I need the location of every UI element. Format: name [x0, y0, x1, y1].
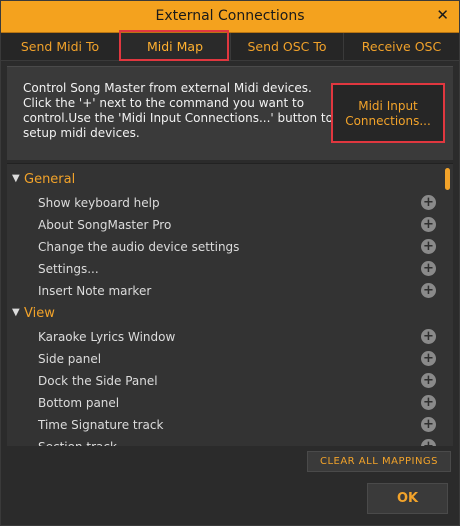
tab-bar: Send Midi To Midi Map Send OSC To Receiv…: [1, 33, 459, 61]
list-item: Dock the Side Panel +: [7, 370, 447, 392]
window-title: External Connections: [155, 8, 305, 24]
tab-midi-map[interactable]: Midi Map: [120, 33, 231, 60]
add-mapping-icon[interactable]: +: [421, 261, 436, 276]
add-mapping-icon[interactable]: +: [421, 351, 436, 366]
list-item: Insert Note marker +: [7, 280, 447, 302]
tab-receive-osc[interactable]: Receive OSC: [344, 33, 459, 60]
command-label: Karaoke Lyrics Window: [38, 330, 176, 344]
section-label: General: [24, 172, 76, 187]
add-mapping-icon[interactable]: +: [421, 373, 436, 388]
midi-input-connections-button[interactable]: Midi Input Connections...: [331, 83, 445, 143]
list-item: Time Signature track +: [7, 414, 447, 436]
command-label: Change the audio device settings: [38, 240, 240, 254]
add-mapping-icon[interactable]: +: [421, 283, 436, 298]
list-item: About SongMaster Pro +: [7, 214, 447, 236]
command-label: About SongMaster Pro: [38, 218, 172, 232]
add-mapping-icon[interactable]: +: [421, 417, 436, 432]
add-mapping-icon[interactable]: +: [421, 195, 436, 210]
command-list[interactable]: ▼ General Show keyboard help + About Son…: [7, 163, 453, 446]
clear-all-mappings-button[interactable]: CLEAR ALL MAPPINGS: [307, 451, 451, 472]
close-icon[interactable]: ✕: [436, 6, 449, 24]
info-text: Control Song Master from external Midi d…: [23, 81, 333, 141]
collapse-triangle-icon[interactable]: ▼: [12, 307, 20, 318]
ok-button[interactable]: OK: [367, 483, 448, 514]
tab-send-midi-to[interactable]: Send Midi To: [1, 33, 120, 60]
section-label: View: [24, 306, 55, 321]
list-item: Show keyboard help +: [7, 192, 447, 214]
command-label: Time Signature track: [38, 418, 164, 432]
tab-send-osc-to[interactable]: Send OSC To: [231, 33, 344, 60]
external-connections-window: External Connections ✕ Send Midi To Midi…: [0, 0, 460, 526]
midi-button-label-line2: Connections...: [345, 114, 431, 128]
list-item: Side panel +: [7, 348, 447, 370]
add-mapping-icon[interactable]: +: [421, 239, 436, 254]
command-label: Side panel: [38, 352, 102, 366]
add-mapping-icon[interactable]: +: [421, 329, 436, 344]
command-label: Dock the Side Panel: [38, 374, 158, 388]
command-label: Section track: [38, 436, 117, 446]
list-item: Bottom panel +: [7, 392, 447, 414]
title-bar: External Connections ✕: [1, 1, 459, 33]
info-line: Control Song Master from external Midi d…: [23, 81, 312, 95]
list-item: Settings... +: [7, 258, 447, 280]
section-general[interactable]: ▼ General: [7, 169, 437, 191]
command-label: Settings...: [38, 262, 99, 276]
info-line: setup midi devices.: [23, 126, 140, 140]
section-view[interactable]: ▼ View: [7, 303, 437, 325]
add-mapping-icon[interactable]: +: [421, 395, 436, 410]
info-line: Click the '+' next to the command you wa…: [23, 96, 305, 110]
command-label: Bottom panel: [38, 396, 120, 410]
list-item: Change the audio device settings +: [7, 236, 447, 258]
command-label: Insert Note marker: [38, 284, 152, 298]
list-item: Section track +: [7, 436, 447, 446]
list-item: Karaoke Lyrics Window +: [7, 326, 447, 348]
add-mapping-icon[interactable]: +: [421, 439, 436, 446]
midi-button-label-line1: Midi Input: [358, 99, 418, 113]
scrollbar-thumb[interactable]: [445, 168, 450, 190]
collapse-triangle-icon[interactable]: ▼: [12, 173, 20, 184]
command-label: Show keyboard help: [38, 196, 160, 210]
info-line: control.Use the 'Midi Input Connections.…: [23, 111, 333, 125]
add-mapping-icon[interactable]: +: [421, 217, 436, 232]
